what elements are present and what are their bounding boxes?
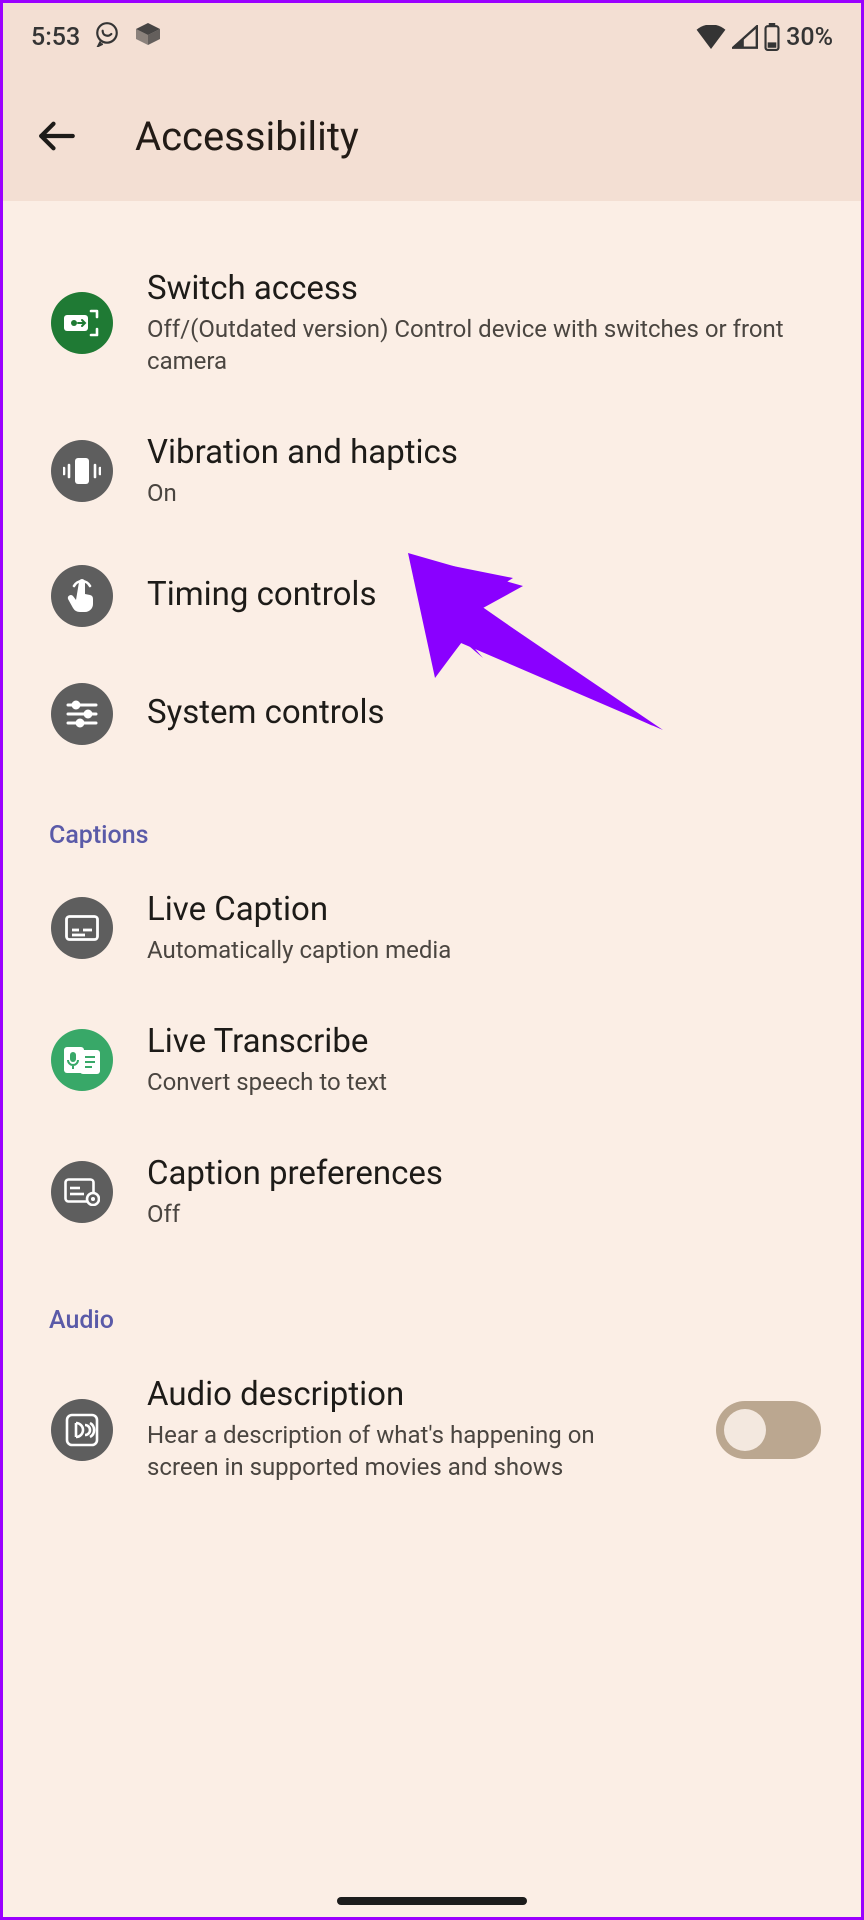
setting-subtitle: Off/(Outdated version) Control device wi…	[147, 313, 821, 378]
package-icon	[134, 23, 162, 52]
setting-vibration-haptics[interactable]: Vibration and haptics On	[3, 405, 861, 537]
switch-access-icon	[51, 292, 113, 354]
setting-title: Switch access	[147, 269, 821, 309]
setting-system-controls[interactable]: System controls	[3, 655, 861, 773]
settings-list[interactable]: Switch access Off/(Outdated version) Con…	[3, 201, 861, 1512]
setting-title: Audio description	[147, 1375, 672, 1415]
setting-caption-preferences[interactable]: Caption preferences Off	[3, 1126, 861, 1258]
app-bar: Accessibility	[3, 71, 861, 201]
whatsapp-icon	[94, 21, 120, 54]
audio-description-toggle[interactable]	[716, 1401, 821, 1459]
section-audio: Audio	[3, 1258, 861, 1347]
navigation-handle[interactable]	[337, 1897, 527, 1905]
setting-title: Vibration and haptics	[147, 433, 821, 473]
setting-audio-description[interactable]: Audio description Hear a description of …	[3, 1347, 861, 1511]
status-bar: 5:53	[3, 3, 861, 71]
setting-subtitle: Convert speech to text	[147, 1066, 821, 1098]
setting-subtitle: On	[147, 477, 821, 509]
setting-title: Live Caption	[147, 890, 821, 930]
page-title: Accessibility	[135, 113, 359, 160]
setting-timing-controls[interactable]: Timing controls	[3, 537, 861, 655]
setting-subtitle: Hear a description of what's happening o…	[147, 1419, 672, 1484]
battery-percent: 30%	[786, 23, 833, 52]
transcribe-icon	[51, 1029, 113, 1091]
setting-subtitle: Automatically caption media	[147, 934, 821, 966]
signal-icon	[732, 25, 758, 49]
audio-description-icon	[51, 1399, 113, 1461]
toggle-knob	[724, 1409, 766, 1451]
tune-icon	[51, 683, 113, 745]
touch-icon	[51, 565, 113, 627]
setting-title: System controls	[147, 693, 821, 733]
wifi-icon	[696, 25, 726, 49]
back-button[interactable]	[23, 102, 91, 170]
setting-title: Timing controls	[147, 575, 821, 615]
vibration-icon	[51, 440, 113, 502]
status-time: 5:53	[31, 23, 80, 52]
status-left: 5:53	[31, 21, 162, 54]
setting-switch-access[interactable]: Switch access Off/(Outdated version) Con…	[3, 241, 861, 405]
battery-icon	[764, 23, 780, 51]
setting-title: Caption preferences	[147, 1154, 821, 1194]
setting-title: Live Transcribe	[147, 1022, 821, 1062]
caption-settings-icon	[51, 1161, 113, 1223]
status-right: 30%	[696, 23, 833, 52]
arrow-left-icon	[36, 115, 78, 157]
setting-live-transcribe[interactable]: Live Transcribe Convert speech to text	[3, 994, 861, 1126]
caption-icon	[51, 897, 113, 959]
section-captions: Captions	[3, 773, 861, 862]
setting-live-caption[interactable]: Live Caption Automatically caption media	[3, 862, 861, 994]
setting-subtitle: Off	[147, 1198, 821, 1230]
